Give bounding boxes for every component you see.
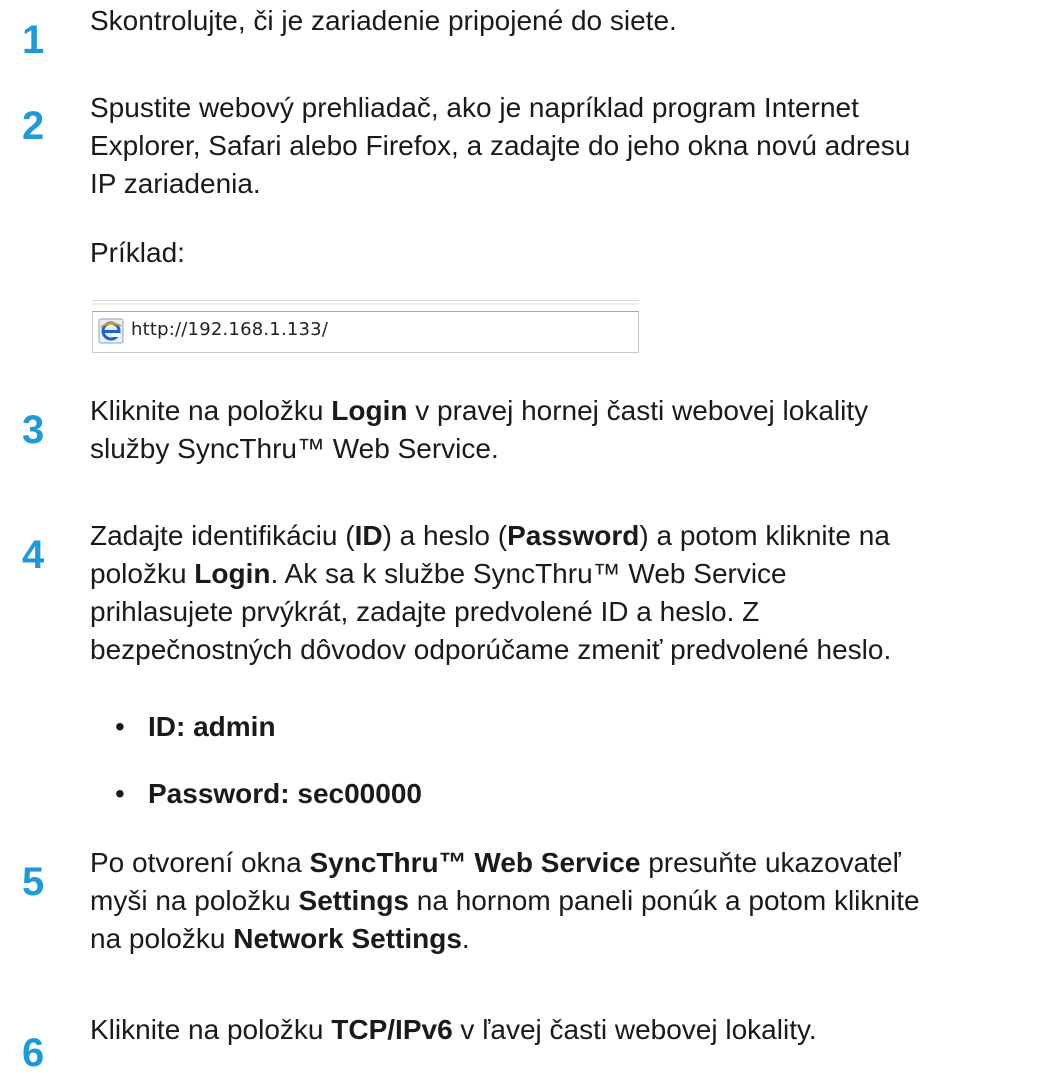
step-3-line-1: Kliknite na položku Login v pravej horne… — [90, 392, 1035, 430]
step-5-text: Po otvorení okna SyncThru™ Web Service p… — [90, 844, 1035, 958]
address-field: http://192.168.1.133/ — [92, 311, 639, 353]
step-6-line-1: Kliknite na položku TCP/IPv6 v ľavej čas… — [90, 1011, 1035, 1049]
step-number-2: 2 — [22, 104, 45, 148]
step-3-line-2: služby SyncThru™ Web Service. — [90, 433, 499, 464]
step-1-text: Skontrolujte, či je zariadenie pripojené… — [90, 2, 1035, 40]
address-url: http://192.168.1.133/ — [131, 319, 329, 340]
step-3-text-2: v pravej hornej časti webovej lokality — [407, 395, 869, 426]
step-number-3: 3 — [22, 408, 45, 452]
step-5-line-3: na položku Network Settings. — [90, 920, 1035, 958]
bullet-marker-2: • — [115, 778, 125, 809]
step-6-text: Kliknite na položku TCP/IPv6 v ľavej čas… — [90, 1011, 1035, 1049]
step-4-line-4: bezpečnostných dôvodov odporúčame zmeniť… — [90, 634, 892, 665]
step-2-line-2: Explorer, Safari alebo Firefox, a zadajt… — [90, 130, 911, 161]
toolbar-divider-shadow — [92, 303, 639, 305]
step-number-5: 5 — [22, 860, 45, 904]
step-4-bold-id: ID — [354, 520, 383, 551]
ie-browser-icon — [98, 318, 124, 344]
step-6-text-2: v ľavej časti webovej lokality. — [452, 1014, 817, 1045]
step-3-text-1: Kliknite na položku — [90, 395, 332, 426]
step-6-text-1: Kliknite na položku — [90, 1014, 332, 1045]
step-4-line-2: položku Login. Ak sa k službe SyncThru™ … — [90, 555, 1035, 593]
step-number-1: 1 — [22, 18, 45, 62]
step-4-line-1: Zadajte identifikáciu (ID) a heslo (Pass… — [90, 517, 1035, 555]
step-5-bold-settings: Settings — [298, 885, 410, 916]
toolbar-divider — [92, 300, 639, 301]
step-5-line-2: myši na položku Settings na hornom panel… — [90, 882, 1035, 920]
step-number-6: 6 — [22, 1031, 45, 1075]
step-5-text-6: . — [461, 923, 470, 954]
step-3-bold-login: Login — [331, 395, 408, 426]
step-4-bold-password: Password — [507, 520, 640, 551]
step-5-line-1: Po otvorení okna SyncThru™ Web Service p… — [90, 844, 1035, 882]
step-4-bold-login: Login — [194, 558, 271, 589]
bullet-id: ID: admin — [148, 711, 276, 742]
step-4-text-2: ) a heslo ( — [382, 520, 508, 551]
step-4-text-1: Zadajte identifikáciu ( — [90, 520, 355, 551]
example-label: Príklad: — [90, 237, 185, 268]
step-5-text-1: Po otvorení okna — [90, 847, 310, 878]
step-5-bold-syncthru: SyncThru™ Web Service — [309, 847, 641, 878]
step-5-text-2: presuňte ukazovateľ — [640, 847, 901, 878]
address-bar-example: http://192.168.1.133/ — [92, 291, 639, 361]
step-5-text-5: na položku — [90, 923, 234, 954]
step-4-text-5: . Ak sa k službe SyncThru™ Web Service — [270, 558, 787, 589]
step-5-text-4: na hornom paneli ponúk a potom kliknite — [409, 885, 920, 916]
step-1-line-1: Skontrolujte, či je zariadenie pripojené… — [90, 5, 677, 36]
step-6-bold-tcpipv6: TCP/IPv6 — [331, 1014, 453, 1045]
step-2-text: Spustite webový prehliadač, ako je naprí… — [90, 89, 1035, 203]
step-2-line-1: Spustite webový prehliadač, ako je naprí… — [90, 92, 859, 123]
step-4-text-4: položku — [90, 558, 195, 589]
step-5-bold-network-settings: Network Settings — [233, 923, 462, 954]
step-4-text-3: ) a potom kliknite na — [639, 520, 890, 551]
step-3-text: Kliknite na položku Login v pravej horne… — [90, 392, 1035, 468]
bullet-marker-1: • — [115, 711, 125, 742]
step-2-line-3: IP zariadenia. — [90, 168, 261, 199]
step-4-line-3: prihlasujete prvýkrát, zadajte predvolen… — [90, 596, 760, 627]
step-number-4: 4 — [22, 533, 45, 577]
step-4-text: Zadajte identifikáciu (ID) a heslo (Pass… — [90, 517, 1035, 669]
bullet-password: Password: sec00000 — [148, 778, 422, 809]
step-5-text-3: myši na položku — [90, 885, 299, 916]
